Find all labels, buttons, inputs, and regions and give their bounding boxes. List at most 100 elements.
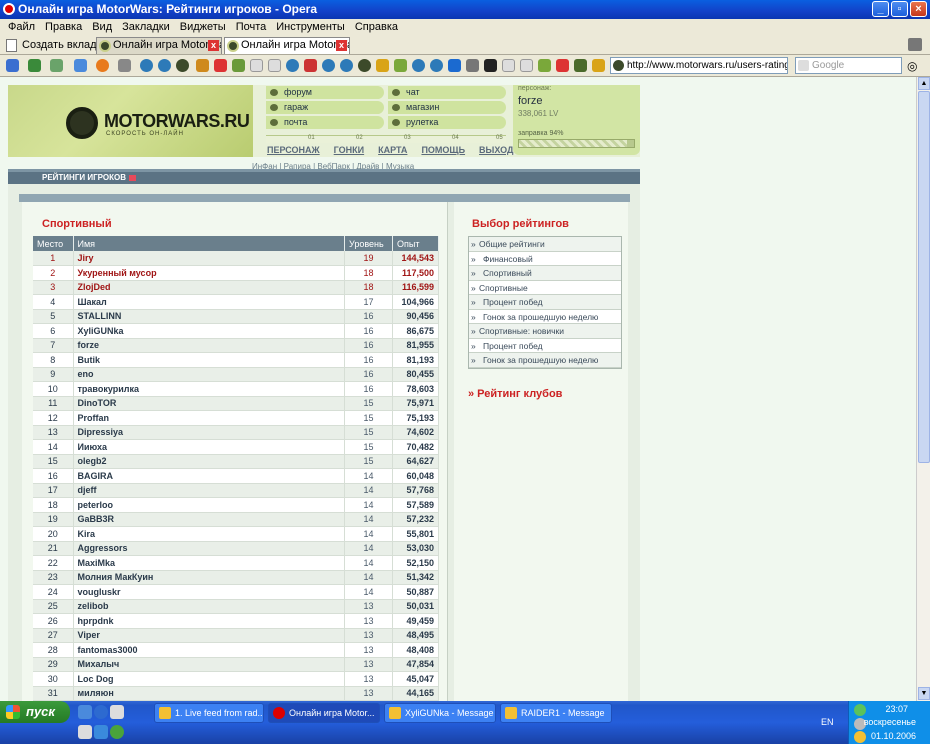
player-name-link[interactable]: Viper [73,628,345,643]
player-name-link[interactable]: Jiry [73,251,345,266]
player-name-link[interactable]: Aggressors [73,541,345,556]
player-name-link[interactable]: Loc Dog [73,671,345,687]
link-persona[interactable]: ПЕРСОНАЖ [267,145,320,155]
player-name-link[interactable]: Proffan [73,410,345,426]
bookmark-globe-icon[interactable] [412,59,425,72]
scroll-down-icon[interactable]: ▼ [918,687,930,700]
link-races[interactable]: ГОНКИ [334,145,364,155]
player-name-link[interactable]: XyliGUNka [73,323,345,339]
bookmark-globe-icon[interactable] [340,59,353,72]
player-name-link[interactable]: vougluskr [73,584,345,600]
menu-view[interactable]: Вид [87,19,117,36]
menu-bookmarks[interactable]: Закладки [117,19,175,36]
bookmark-motorwars-icon[interactable] [176,59,189,72]
page-icon[interactable] [250,59,263,72]
menu-item-races-week[interactable]: Гонок за прошедшую неделю [469,309,621,324]
link-map[interactable]: КАРТА [378,145,407,155]
player-name-link[interactable]: fantomas3000 [73,642,345,658]
forward-arrow-icon[interactable] [50,59,63,72]
menu-item-sport-group[interactable]: Спортивные [469,280,621,295]
link-help[interactable]: ПОМОЩЬ [421,145,465,155]
scroll-thumb[interactable] [918,91,930,463]
bookmark-globe-icon[interactable] [430,59,443,72]
nav-mail[interactable]: почта [266,116,384,129]
menu-item-newbies-win-percent[interactable]: Процент побед [469,338,621,353]
page-icon[interactable] [502,59,515,72]
menu-item-sport[interactable]: Спортивный [469,266,621,281]
bookmark-globe-icon[interactable] [322,59,335,72]
scroll-up-icon[interactable]: ▲ [918,77,930,90]
bookmark-icon[interactable] [196,59,209,72]
quicklaunch-icon[interactable] [94,725,108,739]
bookmark-globe-icon[interactable] [158,59,171,72]
bookmark-icon[interactable] [466,59,479,72]
tab-1[interactable]: Онлайн игра MotorWars...x [96,37,222,54]
bookmark-v-icon[interactable] [394,59,407,72]
player-name-link[interactable]: травокурилка [73,381,345,397]
bookmark-motorwars-icon[interactable] [358,59,371,72]
player-name-link[interactable]: Укуренный мусор [73,265,345,281]
nav-shop[interactable]: магазин [388,101,506,114]
yandex-icon[interactable] [214,59,227,72]
player-name-link[interactable]: миляюн [73,686,345,701]
player-name-link[interactable]: MaxiMka [73,555,345,571]
link-exit[interactable]: ВЫХОД [479,145,513,155]
persona-name[interactable]: forze [518,95,542,107]
bookmark-icon[interactable] [574,59,587,72]
back-arrow-icon[interactable] [28,59,41,72]
menu-help[interactable]: Справка [350,19,403,36]
player-name-link[interactable]: DinoTOR [73,396,345,411]
back-icon[interactable] [6,59,19,72]
player-name-link[interactable]: eno [73,367,345,382]
player-name-link[interactable]: Ииюха [73,439,345,455]
new-tab-button[interactable]: Создать вкладку [4,37,107,53]
close-tab-icon[interactable]: x [208,40,219,51]
bookmark-globe-icon[interactable] [140,59,153,72]
yandex-icon[interactable] [556,59,569,72]
nav-chat[interactable]: чат [388,86,506,99]
site-logo[interactable]: MOTORWARS.RU СКОРОСТЬ ОН-ЛАЙН [8,85,253,157]
player-name-link[interactable]: peterloo [73,497,345,513]
menu-item-financial[interactable]: Финансовый [469,251,621,266]
task-live-feed[interactable]: 1. Live feed from rad... [154,703,264,723]
page-icon[interactable] [520,59,533,72]
task-message-1[interactable]: XyliGUNka - Message [384,703,496,723]
maximize-button[interactable]: ▫ [891,1,908,17]
menu-mail[interactable]: Почта [231,19,272,36]
clock-time[interactable]: 23:07 [885,704,908,714]
player-name-link[interactable]: zelibob [73,599,345,614]
menu-item-win-percent[interactable]: Процент побед [469,295,621,310]
warning-icon[interactable] [854,731,866,743]
minimize-button[interactable]: _ [872,1,889,17]
task-message-2[interactable]: RAIDER1 - Message [500,703,612,723]
language-indicator[interactable]: EN [821,717,834,727]
tray-icon[interactable] [854,704,866,716]
player-name-link[interactable]: Молния МакКуин [73,570,345,585]
page-icon[interactable] [268,59,281,72]
bookmark-icon[interactable] [592,59,605,72]
menu-item-newbies[interactable]: Спортивные: новички [469,324,621,339]
tab-2[interactable]: Онлайн игра MotorWars...x [224,37,350,54]
menu-item-general[interactable]: Общие рейтинги [469,237,621,252]
zoom-icon[interactable]: ◎ [907,59,917,73]
player-name-link[interactable]: BAGIRA [73,468,345,484]
player-name-link[interactable]: djeff [73,483,345,498]
quicklaunch-icon[interactable] [110,725,124,739]
player-name-link[interactable]: Dipressiya [73,425,345,440]
nav-roulette[interactable]: рулетка [388,116,506,129]
player-name-link[interactable]: STALLINN [73,309,345,324]
player-name-link[interactable]: Butik [73,352,345,368]
menu-file[interactable]: Файл [3,19,40,36]
player-name-link[interactable]: Михалыч [73,657,345,672]
start-button[interactable]: пуск [0,701,70,723]
bookmark-icon[interactable] [232,59,245,72]
quicklaunch-icon[interactable] [78,725,92,739]
player-name-link[interactable]: Шакал [73,294,345,310]
menu-item-newbies-races-week[interactable]: Гонок за прошедшую неделю [469,353,621,368]
menu-tools[interactable]: Инструменты [271,19,350,36]
player-name-link[interactable]: hprpdnk [73,613,345,629]
task-opera[interactable]: Онлайн игра Motor... [268,703,380,723]
bookmark-v-icon[interactable] [538,59,551,72]
reload-icon[interactable] [74,59,87,72]
close-tab-icon[interactable]: x [336,40,347,51]
